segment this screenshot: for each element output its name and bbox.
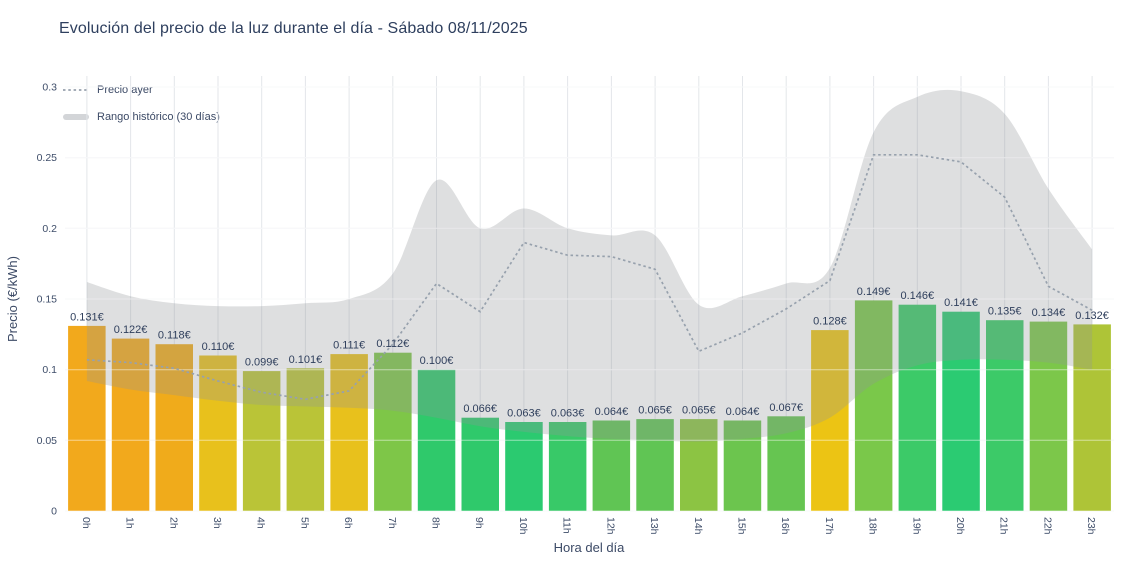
x-tick-label: 5h bbox=[298, 517, 310, 529]
bar-value-label: 0.066€ bbox=[463, 403, 497, 415]
bar-value-label: 0.122€ bbox=[114, 324, 148, 336]
x-tick-label: 21h bbox=[998, 517, 1010, 535]
x-tick-label: 1h bbox=[124, 517, 136, 529]
x-tick-label: 11h bbox=[561, 517, 573, 534]
bar-value-label: 0.100€ bbox=[420, 355, 454, 367]
x-tick-label: 9h bbox=[473, 517, 485, 529]
y-tick-label: 0.05 bbox=[37, 435, 58, 447]
x-tick-label: 19h bbox=[910, 517, 922, 535]
x-tick-label: 13h bbox=[648, 517, 660, 535]
bar-value-label: 0.132€ bbox=[1075, 310, 1109, 322]
x-tick-label: 20h bbox=[954, 517, 966, 535]
bar-value-label: 0.064€ bbox=[595, 406, 629, 418]
x-tick-label: 15h bbox=[736, 517, 748, 535]
bar-value-label: 0.063€ bbox=[551, 408, 585, 420]
x-tick-label: 6h bbox=[342, 517, 354, 529]
bar-value-label: 0.128€ bbox=[813, 316, 847, 328]
x-tick-label: 16h bbox=[779, 517, 791, 535]
bar-value-label: 0.099€ bbox=[245, 357, 279, 369]
x-tick-labels: 0h 1h 2h 3h 4h 5h 6h 7h 8h 9h 10h 11h 12h 13h 14h 15h 16… bbox=[80, 517, 1097, 535]
bar-value-label: 0.101€ bbox=[289, 354, 323, 366]
bar-value-label: 0.146€ bbox=[900, 290, 934, 302]
bar-value-label: 0.063€ bbox=[507, 408, 541, 420]
price-evolution-chart: Evolución del precio de la luz durante e… bbox=[0, 0, 1140, 570]
bar-value-label: 0.064€ bbox=[726, 406, 760, 418]
x-tick-label: 7h bbox=[386, 517, 398, 529]
x-tick-label: 23h bbox=[1085, 517, 1097, 535]
y-tick-label: 0 bbox=[51, 506, 57, 518]
x-tick-label: 18h bbox=[867, 517, 879, 535]
bar-value-label: 0.112€ bbox=[376, 338, 409, 350]
y-tick-label: 0.1 bbox=[42, 364, 57, 376]
x-tick-label: 3h bbox=[211, 517, 223, 529]
historic-range-band bbox=[87, 90, 1092, 442]
y-tick-labels: 0 0.05 0.1 0.15 0.2 0.25 0.3 bbox=[37, 82, 58, 518]
y-tick-label: 0.25 bbox=[37, 152, 58, 164]
bar-value-label: 0.065€ bbox=[638, 405, 672, 417]
bar-value-label: 0.135€ bbox=[988, 306, 1022, 318]
y-tick-label: 0.2 bbox=[42, 223, 57, 235]
x-tick-label: 4h bbox=[255, 517, 267, 529]
x-tick-label: 17h bbox=[823, 517, 835, 535]
x-tick-label: 0h bbox=[80, 517, 92, 529]
y-tick-label: 0.15 bbox=[37, 294, 58, 306]
y-tick-label: 0.3 bbox=[42, 82, 57, 94]
price-bar[interactable] bbox=[505, 422, 543, 511]
x-tick-label: 22h bbox=[1041, 517, 1053, 535]
x-tick-label: 10h bbox=[517, 517, 529, 535]
bar-value-label: 0.118€ bbox=[158, 330, 191, 342]
bar-value-label: 0.134€ bbox=[1032, 307, 1066, 319]
price-bar[interactable] bbox=[462, 418, 500, 511]
bar-value-label: 0.110€ bbox=[202, 341, 235, 353]
x-tick-label: 8h bbox=[430, 517, 442, 529]
bar-value-label: 0.065€ bbox=[682, 405, 716, 417]
x-tick-label: 14h bbox=[692, 517, 704, 535]
bar-value-label: 0.141€ bbox=[944, 297, 978, 309]
x-tick-label: 12h bbox=[604, 517, 616, 535]
y-axis-title: Precio (€/kWh) bbox=[5, 256, 20, 342]
bar-value-label: 0.111€ bbox=[333, 340, 365, 352]
x-tick-label: 2h bbox=[167, 517, 179, 529]
bar-value-label: 0.131€ bbox=[70, 311, 104, 323]
bar-value-label: 0.067€ bbox=[769, 402, 803, 414]
bar-value-label: 0.149€ bbox=[857, 286, 891, 298]
x-axis-title: Hora del día bbox=[554, 540, 626, 555]
chart-canvas: 0.131€0.122€0.118€0.110€0.099€0.101€0.11… bbox=[0, 0, 1140, 570]
